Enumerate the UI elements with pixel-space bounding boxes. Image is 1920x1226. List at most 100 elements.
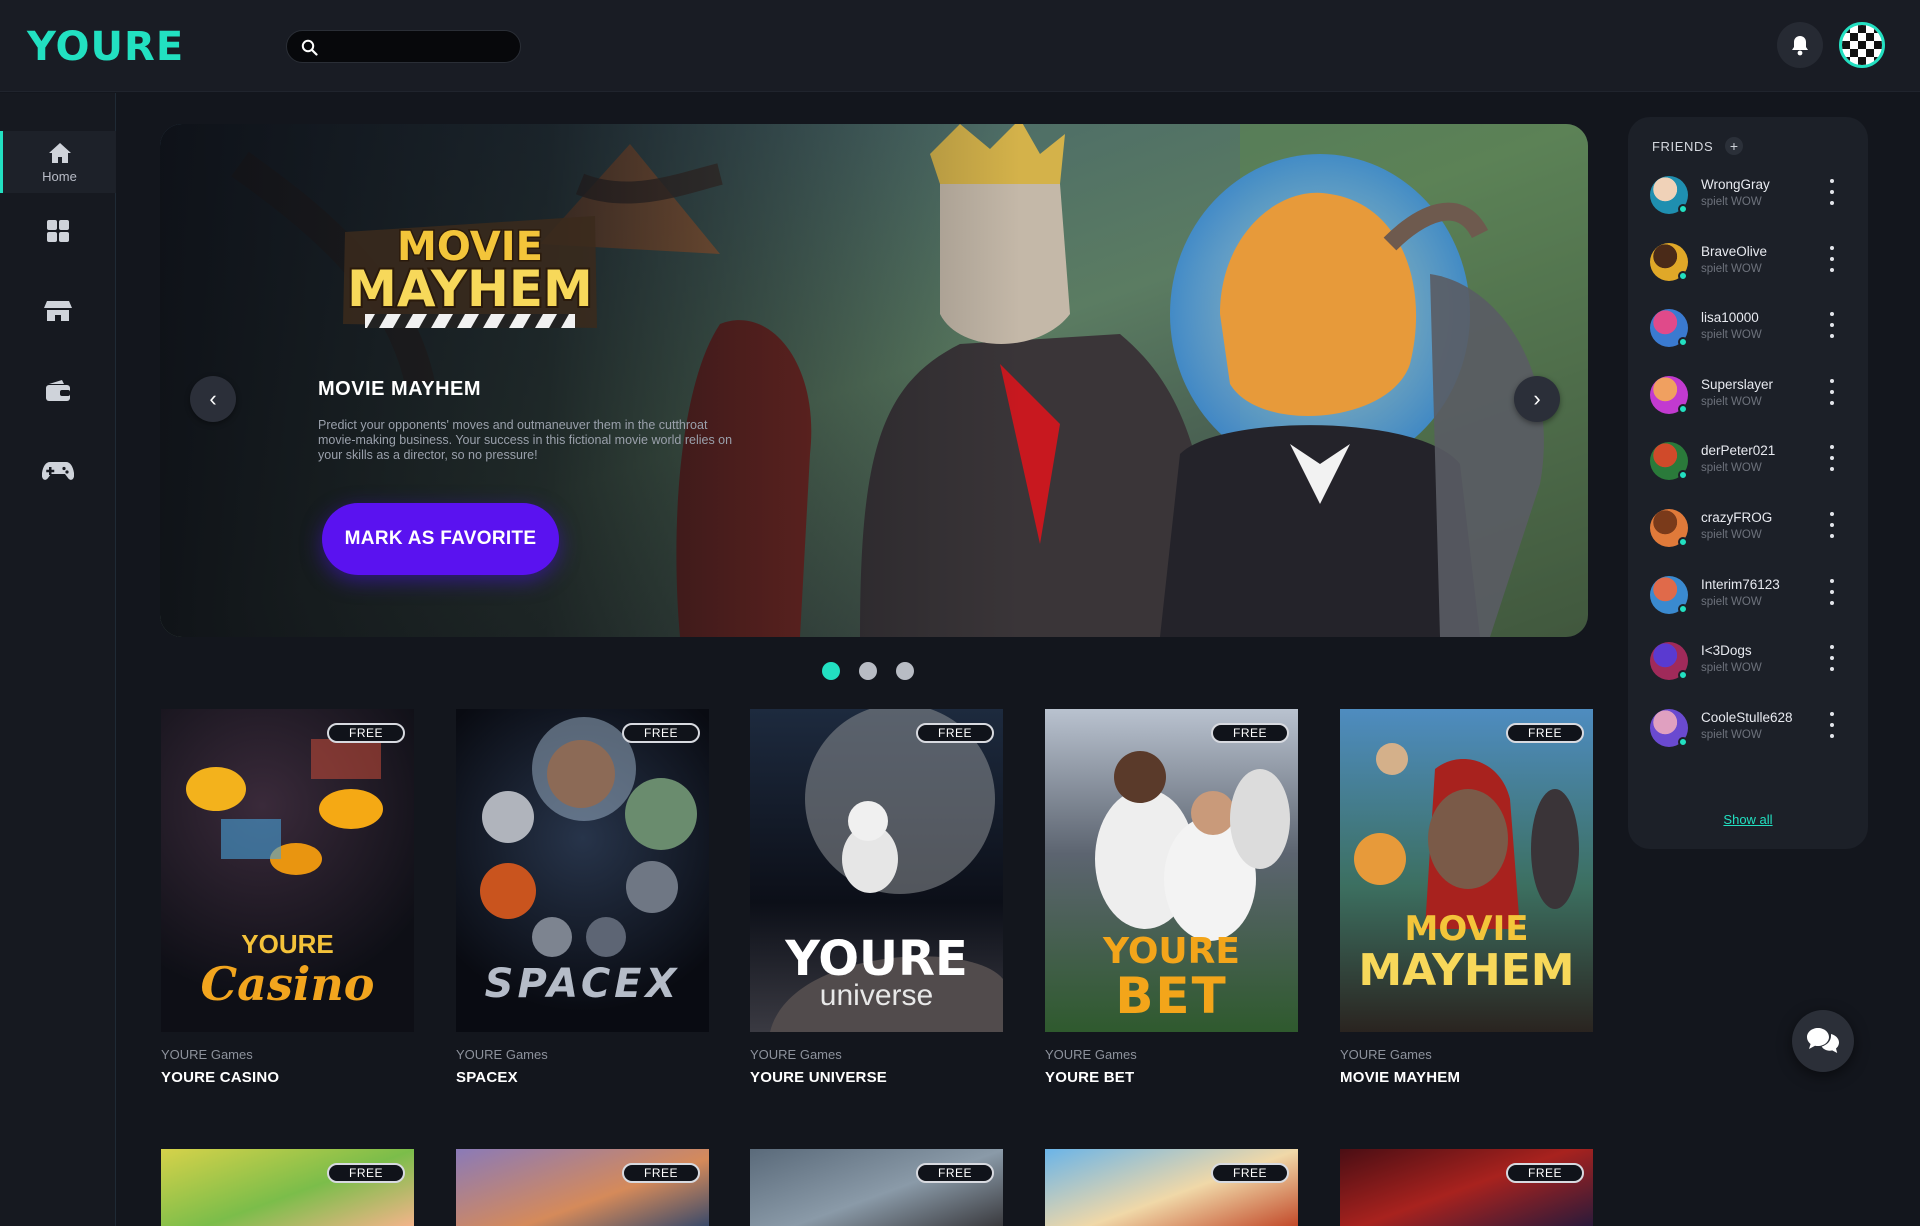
game-thumbnail[interactable]: MOVIE MAYHEM FREE bbox=[1340, 709, 1593, 1032]
bell-icon bbox=[1792, 36, 1808, 56]
sidebar-item-games[interactable] bbox=[0, 439, 116, 503]
bet-logo-top: YOURE bbox=[1103, 931, 1240, 972]
friend-item[interactable]: CooleStulle628 spielt WOW bbox=[1650, 702, 1854, 752]
game-thumbnail[interactable]: FREE bbox=[750, 1149, 1003, 1226]
game-thumbnail[interactable]: YOURE universe FREE bbox=[750, 709, 1003, 1032]
game-thumbnail[interactable]: FREE bbox=[1340, 1149, 1593, 1226]
friend-activity: spielt WOW bbox=[1701, 395, 1762, 408]
chat-button[interactable] bbox=[1792, 1010, 1854, 1072]
carousel-dot-2[interactable] bbox=[859, 662, 877, 680]
more-options-icon[interactable] bbox=[1826, 645, 1838, 672]
store-icon bbox=[44, 301, 72, 321]
sidebar-item-wallet[interactable] bbox=[0, 359, 116, 423]
friend-item[interactable]: lisa10000 spielt WOW bbox=[1650, 302, 1854, 352]
online-status-dot bbox=[1678, 470, 1688, 481]
free-badge: FREE bbox=[1211, 723, 1289, 743]
friend-activity: spielt WOW bbox=[1701, 262, 1762, 275]
friend-name[interactable]: derPeter021 bbox=[1701, 443, 1775, 458]
mark-as-favorite-button[interactable]: MARK AS FAVORITE bbox=[322, 503, 559, 575]
friend-name[interactable]: Superslayer bbox=[1701, 377, 1773, 392]
friend-activity: spielt WOW bbox=[1701, 329, 1762, 342]
friend-name[interactable]: I<3Dogs bbox=[1701, 643, 1752, 658]
more-options-icon[interactable] bbox=[1826, 378, 1838, 405]
carousel-dot-1[interactable] bbox=[822, 662, 840, 680]
grid-icon bbox=[47, 220, 69, 242]
sidebar-item-home[interactable]: Home bbox=[0, 131, 116, 193]
game-publisher: YOURE Games bbox=[456, 1047, 548, 1062]
friend-name[interactable]: WrongGray bbox=[1701, 177, 1770, 192]
more-options-icon[interactable] bbox=[1826, 445, 1838, 472]
friend-name[interactable]: lisa10000 bbox=[1701, 310, 1759, 325]
home-icon bbox=[48, 142, 71, 163]
game-card[interactable]: FREE bbox=[456, 1149, 709, 1226]
friend-name[interactable]: BraveOlive bbox=[1701, 244, 1767, 259]
friends-title: FRIENDS bbox=[1652, 139, 1714, 154]
sidebar-item-store[interactable] bbox=[0, 279, 116, 343]
friend-activity: spielt WOW bbox=[1701, 462, 1762, 475]
game-card-spacex[interactable]: SPACEX FREE YOURE Games SPACEX bbox=[456, 709, 709, 1086]
friend-item[interactable]: BraveOlive spielt WOW bbox=[1650, 236, 1854, 286]
game-title[interactable]: YOURE UNIVERSE bbox=[750, 1069, 1003, 1086]
game-card[interactable]: FREE bbox=[750, 1149, 1003, 1226]
sidebar-item-grid[interactable] bbox=[0, 199, 116, 263]
game-title[interactable]: YOURE CASINO bbox=[161, 1069, 414, 1086]
friend-item[interactable]: Interim76123 spielt WOW bbox=[1650, 569, 1854, 619]
hero-next-button[interactable]: › bbox=[1514, 376, 1560, 422]
friend-item[interactable]: I<3Dogs spielt WOW bbox=[1650, 635, 1854, 685]
more-options-icon[interactable] bbox=[1826, 179, 1838, 205]
gamepad-icon bbox=[42, 462, 74, 480]
casino-logo-bottom: Casino bbox=[200, 957, 375, 1011]
game-thumbnail[interactable]: YOURE BET FREE bbox=[1045, 709, 1298, 1032]
friend-name[interactable]: Interim76123 bbox=[1701, 577, 1780, 592]
more-options-icon[interactable] bbox=[1826, 312, 1838, 339]
more-options-icon[interactable] bbox=[1826, 245, 1838, 272]
game-card[interactable]: FREE bbox=[161, 1149, 414, 1226]
search-input[interactable] bbox=[286, 30, 521, 63]
game-card-youre-bet[interactable]: YOURE BET FREE YOURE Games YOURE BET bbox=[1045, 709, 1298, 1086]
online-status-dot bbox=[1678, 403, 1688, 414]
game-thumbnail[interactable]: SPACEX FREE bbox=[456, 709, 709, 1032]
friend-activity: spielt WOW bbox=[1701, 662, 1762, 675]
more-options-icon[interactable] bbox=[1826, 711, 1838, 738]
game-card[interactable]: FREE bbox=[1340, 1149, 1593, 1226]
show-all-friends-link[interactable]: Show all bbox=[1628, 812, 1868, 827]
friend-activity: spielt WOW bbox=[1701, 595, 1762, 608]
friend-name[interactable]: CooleStulle628 bbox=[1701, 710, 1793, 725]
game-card[interactable]: FREE bbox=[1045, 1149, 1298, 1226]
app-logo[interactable]: YOURE bbox=[27, 24, 184, 70]
profile-avatar[interactable] bbox=[1839, 22, 1885, 68]
add-friend-button[interactable]: + bbox=[1725, 137, 1743, 155]
casino-logo-top: YOURE bbox=[241, 929, 334, 959]
game-title[interactable]: YOURE BET bbox=[1045, 1069, 1298, 1086]
friend-activity: spielt WOW bbox=[1701, 196, 1762, 208]
free-badge: FREE bbox=[916, 723, 994, 743]
game-publisher: YOURE Games bbox=[750, 1047, 842, 1062]
game-thumbnail[interactable]: FREE bbox=[456, 1149, 709, 1226]
spacex-logo: SPACEX bbox=[484, 961, 681, 1007]
friend-item[interactable]: crazyFROG spielt WOW bbox=[1650, 502, 1854, 552]
game-title[interactable]: MOVIE MAYHEM bbox=[1340, 1069, 1593, 1086]
game-title[interactable]: SPACEX bbox=[456, 1069, 709, 1086]
free-badge: FREE bbox=[327, 1163, 405, 1183]
hero-prev-button[interactable]: ‹ bbox=[190, 376, 236, 422]
more-options-icon[interactable] bbox=[1826, 578, 1838, 605]
game-publisher: YOURE Games bbox=[1340, 1047, 1432, 1062]
online-status-dot bbox=[1678, 204, 1688, 214]
friend-item[interactable]: derPeter021 spielt WOW bbox=[1650, 435, 1854, 485]
friend-item[interactable]: WrongGray spielt WOW bbox=[1650, 169, 1854, 219]
game-card-youre-casino[interactable]: YOURE Casino FREE YOURE Games YOURE CASI… bbox=[161, 709, 414, 1086]
game-thumbnail[interactable]: FREE bbox=[1045, 1149, 1298, 1226]
game-thumbnail[interactable]: YOURE Casino FREE bbox=[161, 709, 414, 1032]
online-status-dot bbox=[1678, 537, 1688, 547]
game-card-movie-mayhem[interactable]: MOVIE MAYHEM FREE YOURE Games MOVIE MAYH… bbox=[1340, 709, 1593, 1086]
online-status-dot bbox=[1678, 603, 1688, 614]
more-options-icon[interactable] bbox=[1826, 512, 1838, 538]
carousel-indicator bbox=[822, 662, 914, 680]
friend-name[interactable]: crazyFROG bbox=[1701, 510, 1772, 525]
friend-item[interactable]: Superslayer spielt WOW bbox=[1650, 369, 1854, 419]
carousel-dot-3[interactable] bbox=[896, 662, 914, 680]
notification-button[interactable] bbox=[1777, 22, 1823, 68]
game-thumbnail[interactable]: FREE bbox=[161, 1149, 414, 1226]
mayhem-logo-bottom: MAYHEM bbox=[1358, 945, 1575, 996]
game-card-youre-universe[interactable]: YOURE universe FREE YOURE Games YOURE UN… bbox=[750, 709, 1003, 1086]
